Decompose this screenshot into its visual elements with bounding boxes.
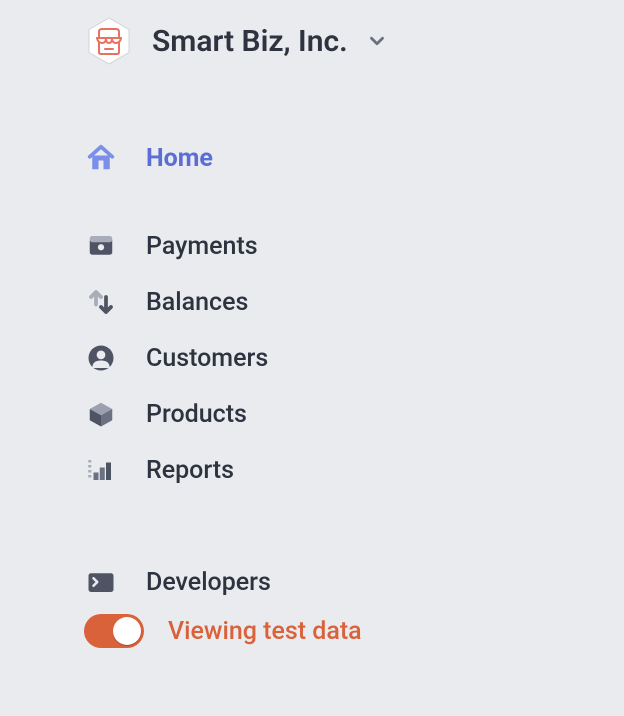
sidebar-item-label: Balances [146,288,248,317]
sidebar-item-balances[interactable]: Balances [84,274,624,330]
sidebar-item-label: Products [146,400,247,429]
sidebar-item-reports[interactable]: Reports [84,442,624,498]
payments-icon [84,229,118,263]
developers-icon [84,565,118,599]
sidebar-item-label: Home [146,144,213,173]
products-icon [84,397,118,431]
balances-icon [84,285,118,319]
sidebar-nav: Home Payments [84,130,624,648]
sidebar-item-developers[interactable]: Developers [84,554,624,610]
sidebar-item-payments[interactable]: Payments [84,218,624,274]
home-icon [84,141,118,175]
test-mode-label: Viewing test data [168,617,362,646]
test-mode-toggle[interactable] [84,614,144,648]
org-logo [84,16,134,66]
sidebar-item-products[interactable]: Products [84,386,624,442]
sidebar-item-label: Reports [146,456,234,485]
org-name: Smart Biz, Inc. [152,24,348,59]
sidebar-item-label: Payments [146,232,258,261]
chevron-down-icon [366,30,388,52]
sidebar-item-label: Customers [146,344,268,373]
reports-icon [84,453,118,487]
test-mode-row: Viewing test data [84,614,624,648]
org-switcher[interactable]: Smart Biz, Inc. [84,0,624,66]
sidebar-item-home[interactable]: Home [84,130,624,186]
sidebar-item-customers[interactable]: Customers [84,330,624,386]
customers-icon [84,341,118,375]
toggle-knob [113,617,141,645]
sidebar-item-label: Developers [146,568,271,597]
sidebar: Smart Biz, Inc. Home [0,0,624,648]
